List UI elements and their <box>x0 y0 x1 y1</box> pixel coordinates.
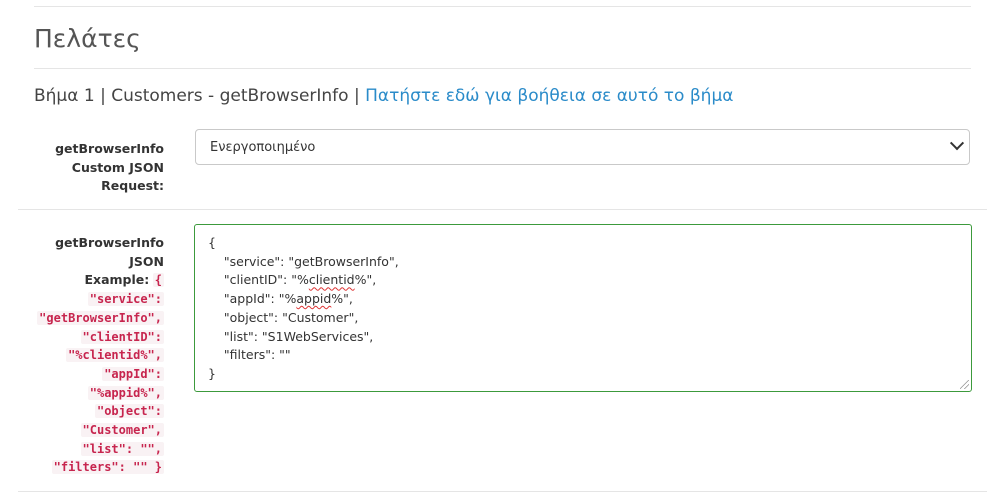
json-example-label: getBrowserInfo JSON Example: { "service"… <box>37 234 164 477</box>
page-title: Πελάτες <box>34 24 141 53</box>
json-label-line: JSON <box>129 253 164 269</box>
step-heading: Βήμα 1 | Customers - getBrowserInfo | Πα… <box>34 86 733 106</box>
chevron-down-icon <box>949 136 965 151</box>
custom-request-select-value: Ενεργοποιημένο <box>210 140 316 155</box>
textarea-line: "service": "getBrowserInfo", <box>208 253 399 269</box>
spellcheck-word: clientid <box>308 272 355 288</box>
step-prefix: Βήμα 1 | Customers - getBrowserInfo | <box>34 86 360 106</box>
custom-request-label-line: Request: <box>101 178 164 193</box>
resize-handle[interactable] <box>960 380 969 389</box>
example-code-line: "Customer", <box>80 423 164 438</box>
field-divider <box>18 209 987 210</box>
example-code-line: "appId": <box>102 366 164 381</box>
example-code-line: "clientID": <box>80 329 164 344</box>
custom-request-label: getBrowserInfo Custom JSON Request: <box>55 140 164 196</box>
textarea-line: { <box>208 235 216 250</box>
example-code-line: "service": <box>87 292 164 307</box>
textarea-line: "list": "S1WebServices", <box>208 328 374 344</box>
textarea-line: "object": "Customer", <box>208 309 359 325</box>
top-divider <box>34 6 971 7</box>
title-divider <box>34 68 971 69</box>
example-code-line: "object": <box>94 404 164 419</box>
example-code-line: "list": "", <box>80 441 164 456</box>
custom-request-label-line: getBrowserInfo <box>55 141 164 156</box>
help-link[interactable]: Πατήστε εδώ για βοήθεια σε αυτό το βήμα <box>365 86 733 106</box>
spellcheck-word: appid <box>296 291 332 307</box>
example-code-line: "%clientid%", <box>66 348 164 363</box>
textarea-line: "filters": "" <box>208 347 291 363</box>
bottom-divider <box>18 491 987 492</box>
example-code-line: { <box>152 273 164 288</box>
example-code-line: "filters": "" } <box>51 460 164 475</box>
custom-request-label-line: Custom JSON <box>71 159 164 175</box>
json-textarea[interactable]: { "service": "getBrowserInfo", "clientID… <box>194 224 972 392</box>
textarea-line: "clientID": "%clientid%", <box>208 272 377 288</box>
custom-request-select[interactable]: Ενεργοποιημένο <box>195 129 970 165</box>
textarea-line: } <box>208 365 216 381</box>
example-word: Example: <box>84 272 150 288</box>
textarea-line: "appId": "%appid%", <box>208 291 353 307</box>
example-code-line: "%appid%", <box>87 385 164 400</box>
example-code-line: "getBrowserInfo", <box>37 310 164 325</box>
json-label-line: getBrowserInfo <box>55 235 164 250</box>
